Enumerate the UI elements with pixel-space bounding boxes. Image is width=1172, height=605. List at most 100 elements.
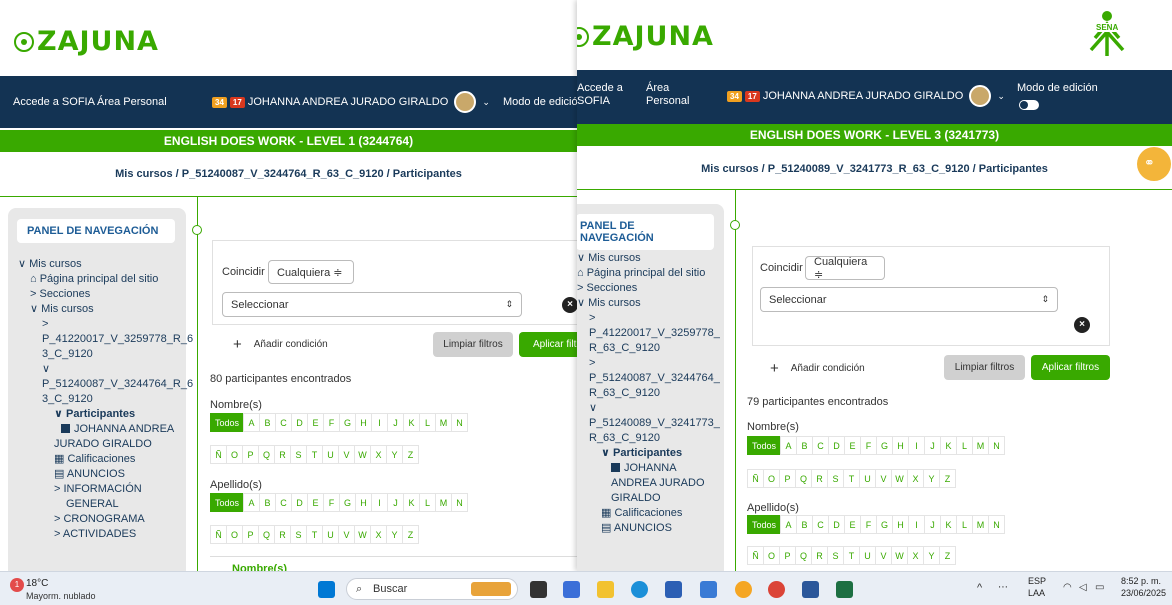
- weather-widget[interactable]: 1 18°C Mayorm. nublado: [6, 575, 136, 603]
- tree-calificaciones[interactable]: ▦ Calificaciones: [18, 452, 186, 467]
- tree-cronograma[interactable]: > CRONOGRAMA: [18, 512, 186, 527]
- tree-actividades[interactable]: > ACTIVIDADES: [18, 527, 186, 542]
- lang-esp[interactable]: ESP: [1028, 576, 1046, 586]
- filter-letter[interactable]: N: [451, 493, 468, 512]
- lang-laa[interactable]: LAA: [1028, 588, 1045, 598]
- tree-participantes[interactable]: ∨ Participantes: [18, 407, 186, 422]
- filter-letter[interactable]: F: [860, 515, 877, 534]
- nav-accede-sofia[interactable]: Accede a SOFIA: [13, 96, 95, 108]
- chevron-up-icon[interactable]: ^: [977, 582, 982, 594]
- tree-course-3[interactable]: P_51240089_V_3241773_: [577, 416, 724, 431]
- filter-letter[interactable]: K: [940, 515, 957, 534]
- filter-letter[interactable]: R: [811, 546, 828, 565]
- filter-letter[interactable]: Ñ: [747, 469, 764, 488]
- filter-letter[interactable]: Z: [939, 469, 956, 488]
- filter-letter[interactable]: A: [243, 413, 260, 432]
- filter-letter[interactable]: S: [290, 445, 307, 464]
- filter-letter[interactable]: U: [859, 469, 876, 488]
- notifications-badge[interactable]: 17: [744, 90, 760, 102]
- windows-start-icon[interactable]: [318, 581, 335, 598]
- filter-letter[interactable]: X: [907, 469, 924, 488]
- filter-letter-todos[interactable]: Todos: [210, 493, 244, 512]
- apply-filters-button[interactable]: Aplicar filtros: [519, 332, 577, 357]
- chrome-icon[interactable]: [768, 581, 785, 598]
- avatar[interactable]: [454, 91, 477, 113]
- tree-mis-cursos-2[interactable]: ∨ Mis cursos: [18, 302, 186, 317]
- filter-letter[interactable]: D: [291, 493, 308, 512]
- filter-letter[interactable]: H: [892, 515, 909, 534]
- filter-letter[interactable]: S: [827, 546, 844, 565]
- tree-user-b[interactable]: ANDREA JURADO: [577, 476, 724, 491]
- filter-letter[interactable]: O: [226, 445, 243, 464]
- breadcrumb-mis-cursos[interactable]: Mis cursos: [701, 163, 758, 175]
- breadcrumb-participantes[interactable]: Participantes: [393, 168, 462, 180]
- filter-letter[interactable]: C: [812, 436, 829, 455]
- filter-letter[interactable]: O: [763, 546, 780, 565]
- tree-user-b[interactable]: JURADO GIRALDO: [18, 437, 186, 452]
- tree-anuncios[interactable]: ▤ ANUNCIOS: [577, 521, 724, 536]
- tree-course-1b[interactable]: 3_C_9120: [18, 347, 186, 362]
- filter-letter[interactable]: N: [988, 515, 1005, 534]
- filter-letter[interactable]: M: [972, 515, 989, 534]
- clock-date[interactable]: 23/06/2025: [1121, 588, 1166, 598]
- filter-letter[interactable]: A: [243, 493, 260, 512]
- clear-filters-button[interactable]: Limpiar filtros: [433, 332, 513, 357]
- filter-letter[interactable]: O: [226, 525, 243, 544]
- nav-area-personal[interactable]: Área Personal: [646, 82, 689, 108]
- filter-select[interactable]: Seleccionar ⇕: [222, 292, 522, 317]
- filter-letter[interactable]: U: [322, 445, 339, 464]
- filter-letter[interactable]: R: [274, 445, 291, 464]
- filter-letter[interactable]: O: [763, 469, 780, 488]
- nav-accede-sofia[interactable]: Accede a SOFIA: [577, 82, 623, 108]
- filter-letter[interactable]: I: [371, 413, 388, 432]
- tree-secciones[interactable]: > Secciones: [577, 281, 724, 296]
- filter-letter[interactable]: D: [828, 515, 845, 534]
- filter-letter[interactable]: J: [924, 436, 941, 455]
- tree-course-1b[interactable]: R_63_C_9120: [577, 341, 724, 356]
- filter-letter[interactable]: J: [387, 493, 404, 512]
- filter-letter[interactable]: Ñ: [210, 525, 227, 544]
- filter-select[interactable]: Seleccionar ⇕: [760, 287, 1058, 312]
- add-condition-button[interactable]: + Añadir condición: [233, 336, 328, 353]
- filter-letter[interactable]: S: [290, 525, 307, 544]
- filter-letter[interactable]: A: [780, 515, 797, 534]
- filter-letter[interactable]: S: [827, 469, 844, 488]
- word-icon[interactable]: [802, 581, 819, 598]
- clear-filters-button[interactable]: Limpiar filtros: [944, 355, 1025, 380]
- filter-letter[interactable]: B: [796, 515, 813, 534]
- filter-letter[interactable]: E: [307, 493, 324, 512]
- filter-letter[interactable]: V: [338, 525, 355, 544]
- breadcrumb-participantes[interactable]: Participantes: [979, 163, 1048, 175]
- tree-calificaciones[interactable]: ▦ Calificaciones: [577, 506, 724, 521]
- filter-letter-todos[interactable]: Todos: [747, 436, 781, 455]
- filter-letter[interactable]: K: [403, 493, 420, 512]
- user-menu[interactable]: 34 17 JOHANNA ANDREA JURADO GIRALDO ⌄: [212, 91, 490, 113]
- wifi-icon[interactable]: ◠: [1063, 582, 1072, 593]
- breadcrumb-course[interactable]: P_51240089_V_3241773_R_63_C_9120: [768, 163, 970, 175]
- tree-chevron[interactable]: >: [18, 317, 186, 332]
- filter-letter[interactable]: Y: [386, 445, 403, 464]
- filter-letter[interactable]: W: [354, 445, 371, 464]
- store-icon[interactable]: [665, 581, 682, 598]
- tree-course-2b[interactable]: R_63_C_9120: [577, 386, 724, 401]
- app-icon[interactable]: [700, 581, 717, 598]
- filter-letter[interactable]: Y: [386, 525, 403, 544]
- tree-mis-cursos[interactable]: ∨ Mis cursos: [577, 251, 724, 266]
- filter-letter[interactable]: V: [875, 469, 892, 488]
- taskbar-search[interactable]: ⌕ Buscar: [346, 578, 518, 600]
- filter-letter[interactable]: H: [355, 493, 372, 512]
- tree-user[interactable]: JOHANNA: [577, 461, 724, 476]
- filter-letter[interactable]: C: [812, 515, 829, 534]
- filter-letter[interactable]: E: [844, 515, 861, 534]
- tree-course-2[interactable]: P_51240087_V_3244764_R_6: [18, 377, 193, 392]
- battery-icon[interactable]: ▭: [1095, 582, 1104, 593]
- filter-letter[interactable]: Y: [923, 469, 940, 488]
- excel-icon[interactable]: [836, 581, 853, 598]
- task-view-icon[interactable]: [530, 581, 547, 598]
- tree-course-3b[interactable]: R_63_C_9120: [577, 431, 724, 446]
- filter-letter[interactable]: Q: [258, 445, 275, 464]
- match-select[interactable]: Cualquiera ≑: [805, 256, 885, 281]
- filter-letter[interactable]: L: [419, 413, 436, 432]
- add-condition-button[interactable]: + Añadir condición: [770, 360, 865, 377]
- notifications-badge[interactable]: 17: [229, 96, 245, 108]
